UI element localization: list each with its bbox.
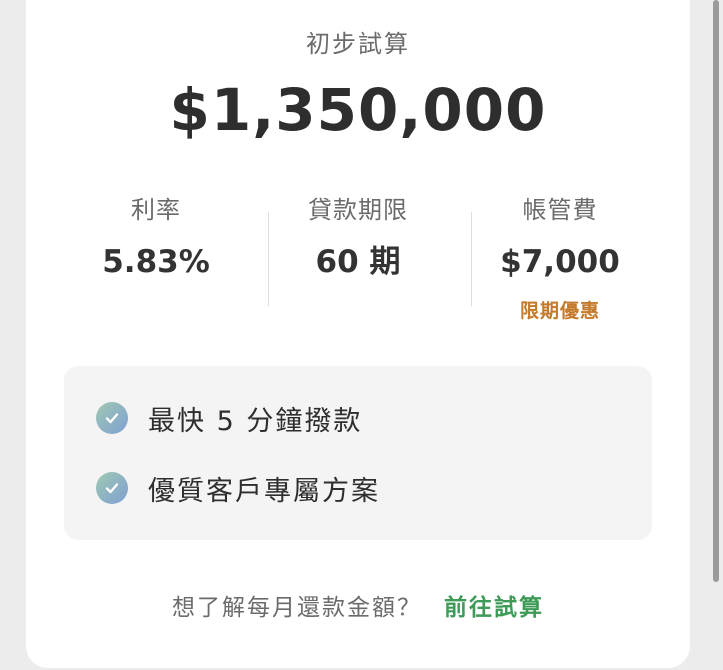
check-circle-icon bbox=[96, 472, 128, 504]
promo-badge: 限期優惠 bbox=[519, 300, 600, 322]
feature-item: 最快 5 分鐘撥款 bbox=[96, 398, 362, 438]
stat-label: 利率 bbox=[131, 196, 181, 224]
go-to-calculator-link[interactable]: 前往試算 bbox=[444, 595, 544, 621]
stat-value: $7,000 bbox=[500, 244, 620, 280]
monthly-payment-question: 想了解每月還款金額？ bbox=[172, 595, 422, 621]
stat-loan-term: 貸款期限 60 期 bbox=[258, 192, 458, 282]
estimate-title: 初步試算 bbox=[306, 30, 410, 58]
stat-value: 5.83% bbox=[102, 244, 210, 280]
stat-label: 貸款期限 bbox=[308, 196, 408, 224]
check-circle-icon bbox=[96, 402, 128, 434]
stat-value: 60 期 bbox=[315, 244, 401, 280]
feature-text: 優質客戶專屬方案 bbox=[148, 475, 380, 507]
features-panel: 最快 5 分鐘撥款 優質客戶專屬方案 bbox=[64, 366, 652, 540]
scrollbar[interactable] bbox=[713, 0, 719, 582]
footer: 想了解每月還款金額？ 前往試算 bbox=[26, 588, 690, 622]
estimate-amount: $1,350,000 bbox=[169, 76, 547, 144]
stat-interest-rate: 利率 5.83% bbox=[56, 192, 256, 282]
stat-management-fee: 帳管費 $7,000 限期優惠 bbox=[460, 192, 660, 323]
stat-label: 帳管費 bbox=[522, 196, 598, 224]
feature-item: 優質客戶專屬方案 bbox=[96, 468, 380, 508]
feature-text: 最快 5 分鐘撥款 bbox=[148, 405, 363, 437]
loan-estimate-card: 初步試算 $1,350,000 利率 5.83% 貸款期限 60 期 帳管費 $… bbox=[26, 0, 690, 668]
